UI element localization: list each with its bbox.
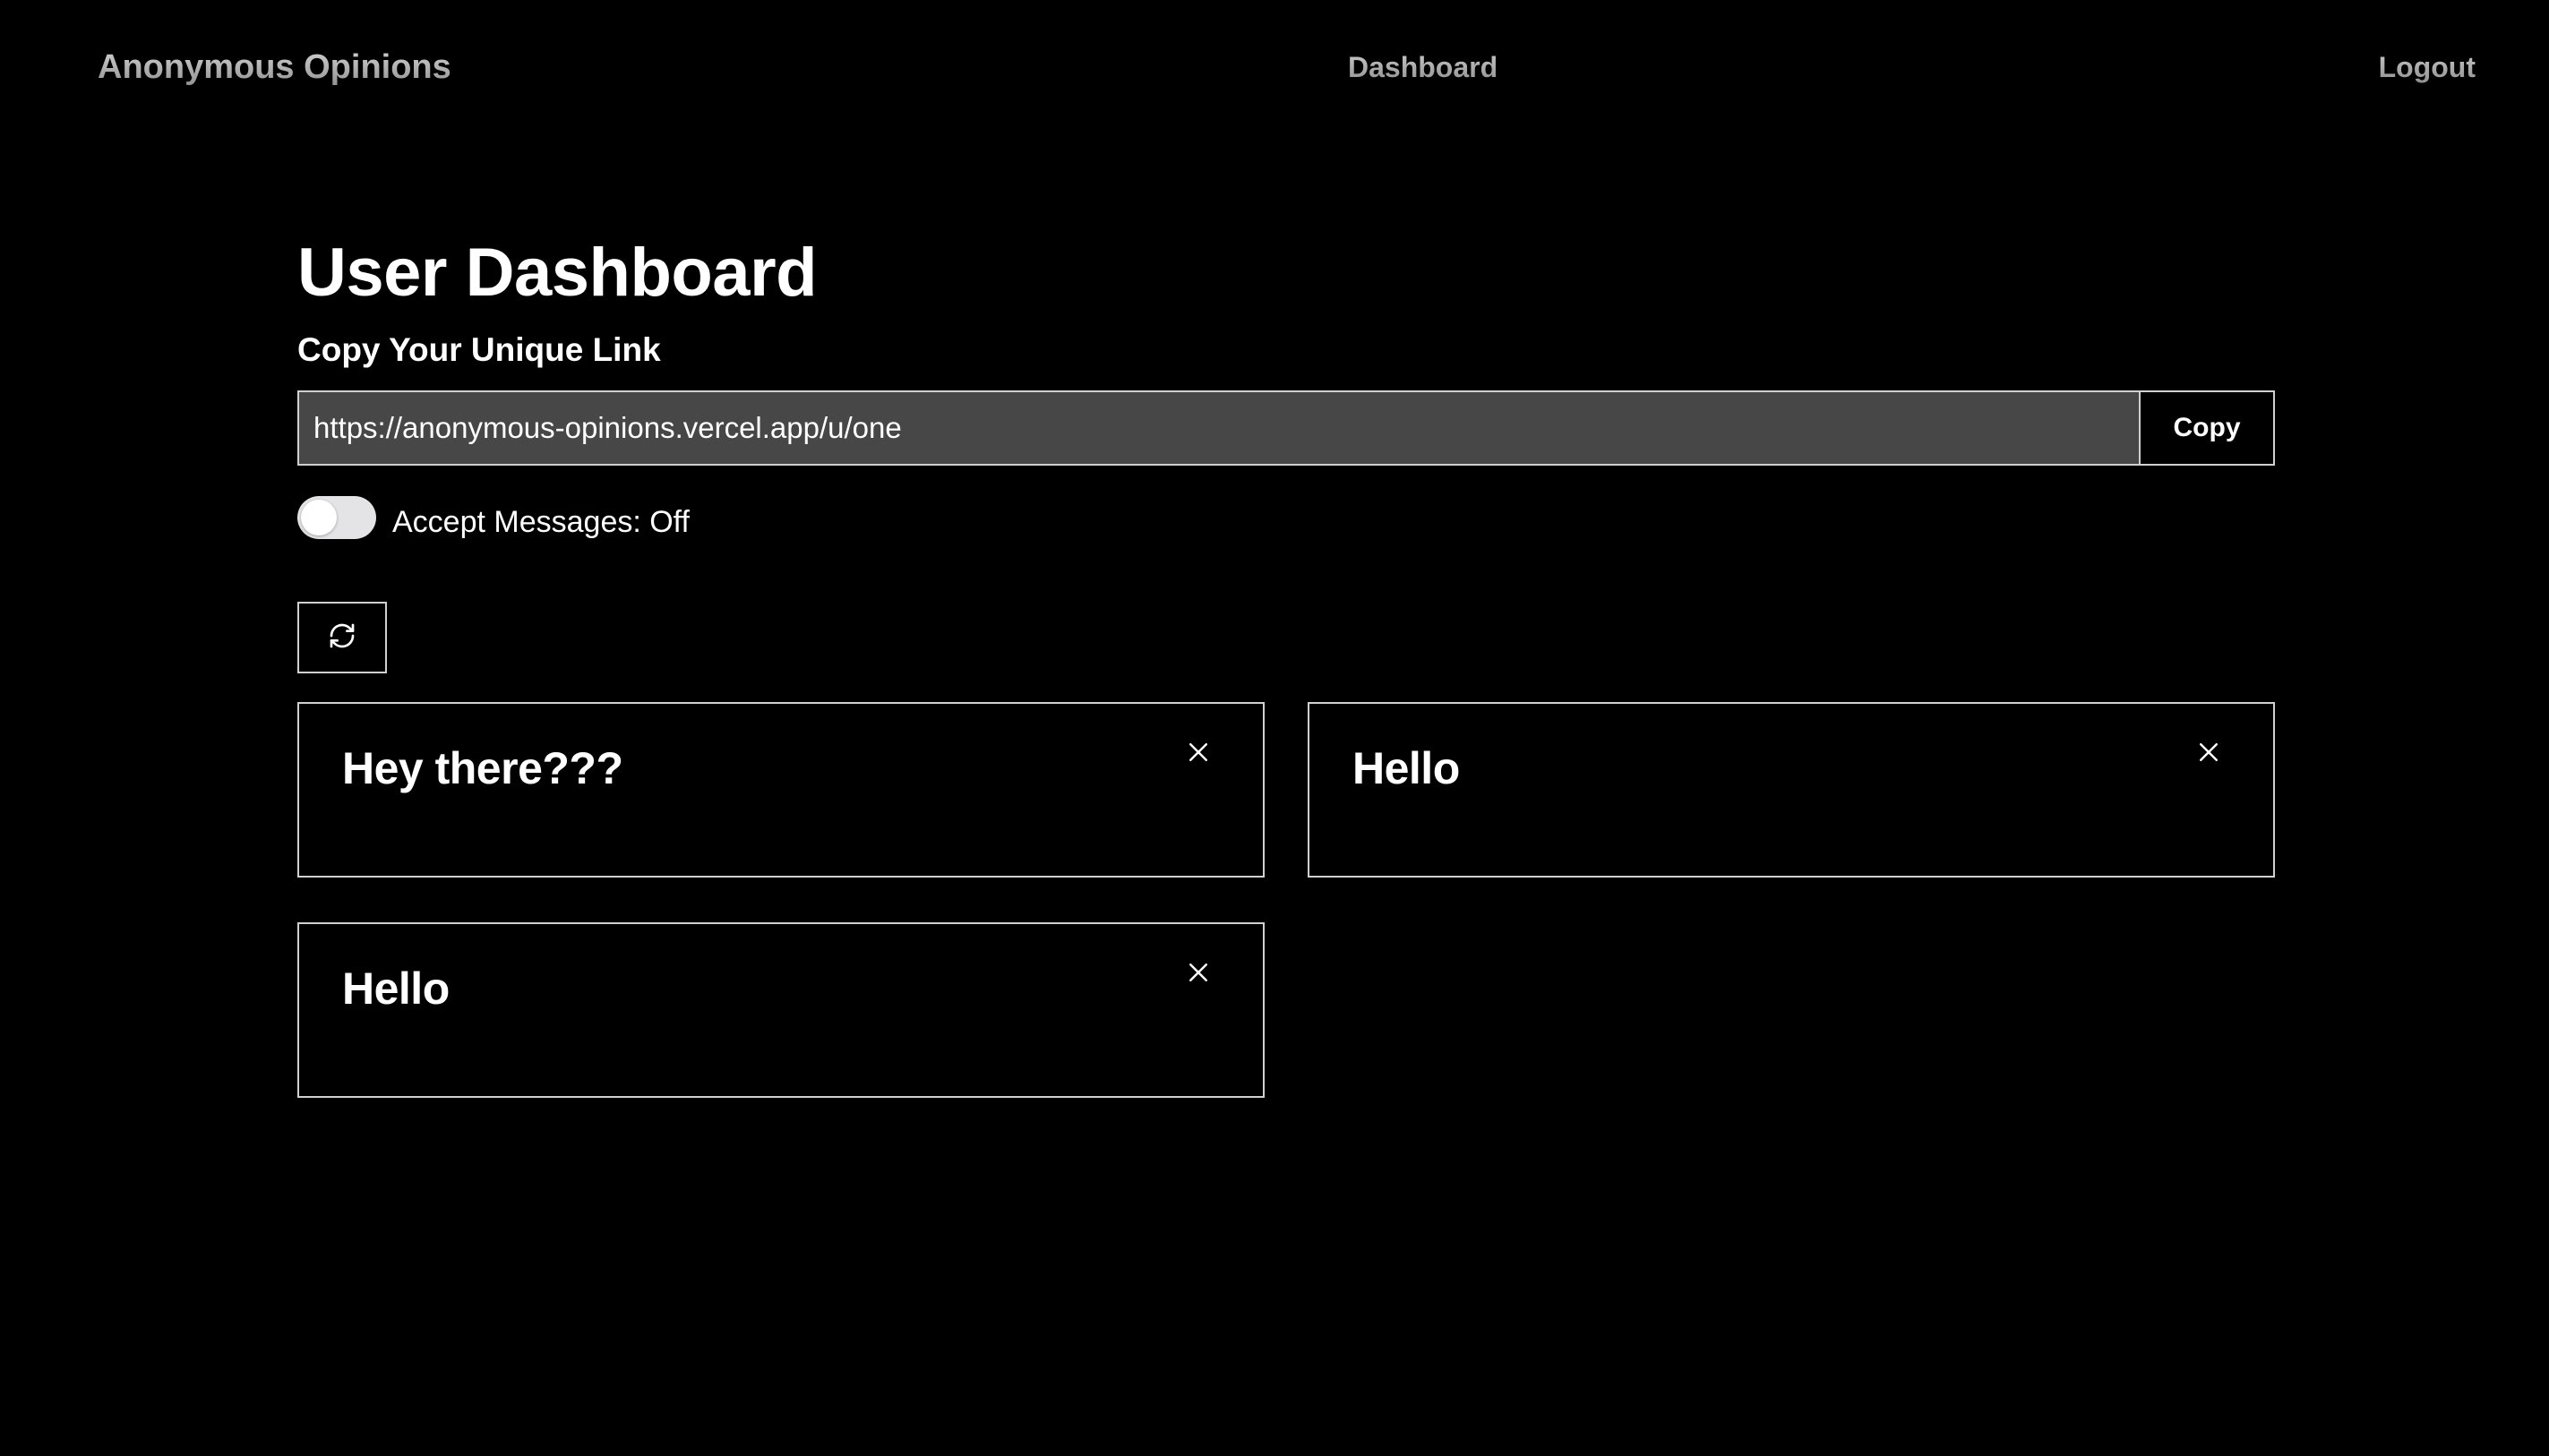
close-icon [1185,739,1212,770]
close-icon [1185,959,1212,990]
page-title: User Dashboard [297,235,818,311]
message-card: Hey there??? [297,702,1265,878]
switch-knob [301,500,337,535]
refresh-button[interactable] [297,602,387,673]
dashboard-link[interactable]: Dashboard [1348,47,1498,87]
close-icon [2195,739,2222,770]
delete-message-button[interactable] [1180,956,1216,992]
message-list: Hey there??? Hello Hello [297,702,2275,1098]
unique-link-input[interactable] [299,392,2139,464]
message-content: Hey there??? [342,743,623,793]
unique-link-row: Copy [297,390,2275,466]
delete-message-button[interactable] [2191,736,2227,772]
message-content: Hello [342,964,450,1014]
refresh-icon [328,621,356,655]
message-content: Hello [1352,743,1460,793]
message-card: Hello [1308,702,2275,878]
logout-button[interactable]: Logout [2379,47,2476,87]
delete-message-button[interactable] [1180,736,1216,772]
dashboard-main: User Dashboard Copy Your Unique Link Cop… [297,233,2275,1098]
brand-logo-link[interactable]: Anonymous Opinions [98,45,451,90]
accept-messages-row: Accept Messages: Off [297,492,2275,543]
accept-messages-switch[interactable] [297,496,376,539]
copy-button[interactable]: Copy [2139,392,2273,464]
copy-link-heading: Copy Your Unique Link [297,331,661,368]
message-card: Hello [297,922,1265,1098]
top-nav: Anonymous Opinions Dashboard Logout [0,0,2549,134]
accept-messages-label: Accept Messages: Off [392,505,690,539]
